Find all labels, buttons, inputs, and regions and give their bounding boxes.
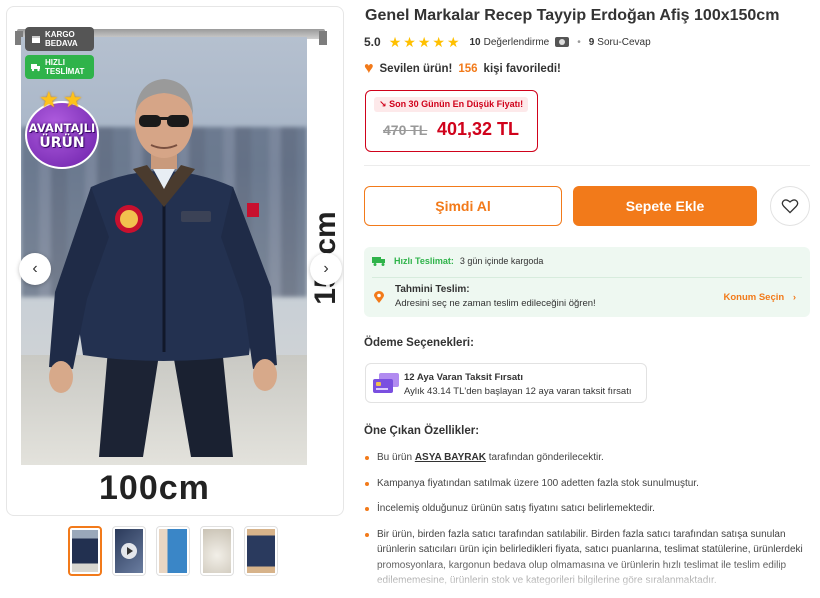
truck-icon	[31, 64, 40, 72]
free-shipping-label: KARGO BEDAVA	[45, 30, 78, 48]
favorite-suffix: kişi favoriledi!	[483, 63, 561, 75]
thumbnail-1[interactable]	[68, 526, 102, 576]
location-pin-icon	[374, 291, 384, 303]
content-fade	[364, 560, 814, 598]
payment-options-title: Ödeme Seçenekleri:	[364, 337, 474, 349]
list-item: İncelemiş olduğunuz ürünün satış fiyatın…	[364, 501, 810, 517]
chevron-right-icon: ›	[323, 260, 329, 277]
fast-delivery-text: 3 gün içinde kargoda	[459, 256, 544, 266]
box-icon	[32, 36, 40, 43]
rating-row: 5.0 ★ ★ ★ ★ ★ 10 Değerlendirme • 9 Soru-…	[364, 34, 651, 50]
thumbnail-strip	[68, 526, 278, 576]
installment-text: Aylık 43.14 TL'den başlayan 12 aya varan…	[404, 386, 632, 397]
chevron-left-icon: ‹	[32, 260, 38, 277]
favorite-button[interactable]	[770, 186, 810, 226]
advantage-label-line2: ÜRÜN	[39, 135, 85, 151]
delivery-box: Hızlı Teslimat: 3 gün içinde kargoda Tah…	[364, 247, 810, 317]
features-title: Öne Çıkan Özellikler:	[364, 425, 480, 437]
price-box: ↘ Son 30 Günün En Düşük Fiyatı! 470 TL 4…	[365, 90, 538, 152]
favorite-prefix: Sevilen ürün!	[379, 63, 453, 75]
next-image-button[interactable]: ›	[310, 253, 342, 285]
divider	[372, 277, 802, 278]
fast-delivery-badge: HIZLI TESLİMAT	[25, 55, 94, 79]
brand-name[interactable]: Genel Markalar	[365, 7, 480, 24]
trend-down-icon: ↘	[379, 99, 387, 109]
camera-icon	[555, 37, 570, 47]
credit-card-icon	[373, 373, 399, 393]
divider	[364, 165, 810, 166]
select-location-link[interactable]: Konum Seçin ›	[723, 292, 796, 303]
old-price: 470 TL	[383, 122, 428, 138]
product-gallery: KARGO BEDAVA HIZLI TESLİMAT ★ ★ AVANTAJL…	[6, 6, 344, 516]
heart-icon: ♥	[364, 60, 374, 77]
star-icon: ★	[446, 34, 460, 50]
buy-now-button[interactable]: Şimdi Al	[364, 186, 562, 226]
lowest-price-tag: ↘ Son 30 Günün En Düşük Fiyatı!	[374, 97, 529, 112]
truck-icon	[372, 256, 385, 266]
favorite-count: 156	[458, 63, 478, 75]
installment-card[interactable]: 12 Aya Varan Taksit Fırsatı Aylık 43.14 …	[365, 363, 647, 403]
favorite-info: ♥ Sevilen ürün! 156 kişi favoriledi!	[364, 60, 561, 78]
add-to-cart-button[interactable]: Sepete Ekle	[573, 186, 757, 226]
qa-label[interactable]: Soru-Cevap	[597, 37, 650, 48]
review-label[interactable]: Değerlendirme	[484, 37, 550, 48]
thumbnail-4[interactable]	[200, 526, 234, 576]
estimated-delivery-text: Adresini seç ne zaman teslim edileceğini…	[395, 298, 596, 309]
badge-stack: KARGO BEDAVA HIZLI TESLİMAT	[25, 27, 94, 79]
chevron-right-icon: ›	[792, 292, 796, 303]
rating-stars: ★ ★ ★ ★ ★	[389, 35, 460, 49]
thumbnail-5[interactable]	[244, 526, 278, 576]
lowest-price-text: Son 30 Günün En Düşük Fiyatı!	[389, 99, 524, 109]
thumbnail-2-video[interactable]	[112, 526, 146, 576]
star-icon: ★	[39, 87, 59, 112]
star-icon: ★	[388, 34, 402, 50]
installment-title: 12 Aya Varan Taksit Fırsatı	[404, 372, 523, 383]
poster-width-label: 100cm	[99, 469, 210, 507]
fast-delivery-row: Hızlı Teslimat: 3 gün içinde kargoda	[372, 256, 543, 266]
free-shipping-badge: KARGO BEDAVA	[25, 27, 94, 51]
thumbnail-3[interactable]	[156, 526, 190, 576]
list-item: Bu ürün ASYA BAYRAK tarafından gönderile…	[364, 450, 810, 466]
select-location-label: Konum Seçin	[723, 292, 785, 303]
star-icon: ★	[63, 87, 83, 112]
estimated-delivery-title: Tahmini Teslim:	[395, 284, 470, 295]
advantage-label-line1: AVANTAJLI	[28, 121, 96, 135]
star-icon: ★	[432, 34, 445, 50]
prev-image-button[interactable]: ‹	[19, 253, 51, 285]
star-icon: ★	[403, 34, 416, 50]
rating-score: 5.0	[364, 35, 381, 49]
advantage-product-badge: ★ ★ AVANTAJLI ÜRÜN	[21, 87, 103, 171]
list-item: Kampanya fiyatından satılmak üzere 100 a…	[364, 476, 810, 492]
product-name: Recep Tayyip Erdoğan Afiş 100x150cm	[484, 7, 780, 24]
seller-link[interactable]: ASYA BAYRAK	[415, 452, 486, 463]
product-title: Genel Markalar Recep Tayyip Erdoğan Afiş…	[365, 7, 779, 25]
qa-count[interactable]: 9	[589, 37, 595, 48]
star-icon: ★	[417, 34, 431, 50]
fast-delivery-label: HIZLI TESLİMAT	[45, 58, 85, 76]
current-price: 401,32 TL	[437, 119, 520, 139]
heart-icon	[781, 199, 799, 214]
fast-delivery-label: Hızlı Teslimat:	[394, 256, 454, 266]
review-count[interactable]: 10	[470, 37, 481, 48]
